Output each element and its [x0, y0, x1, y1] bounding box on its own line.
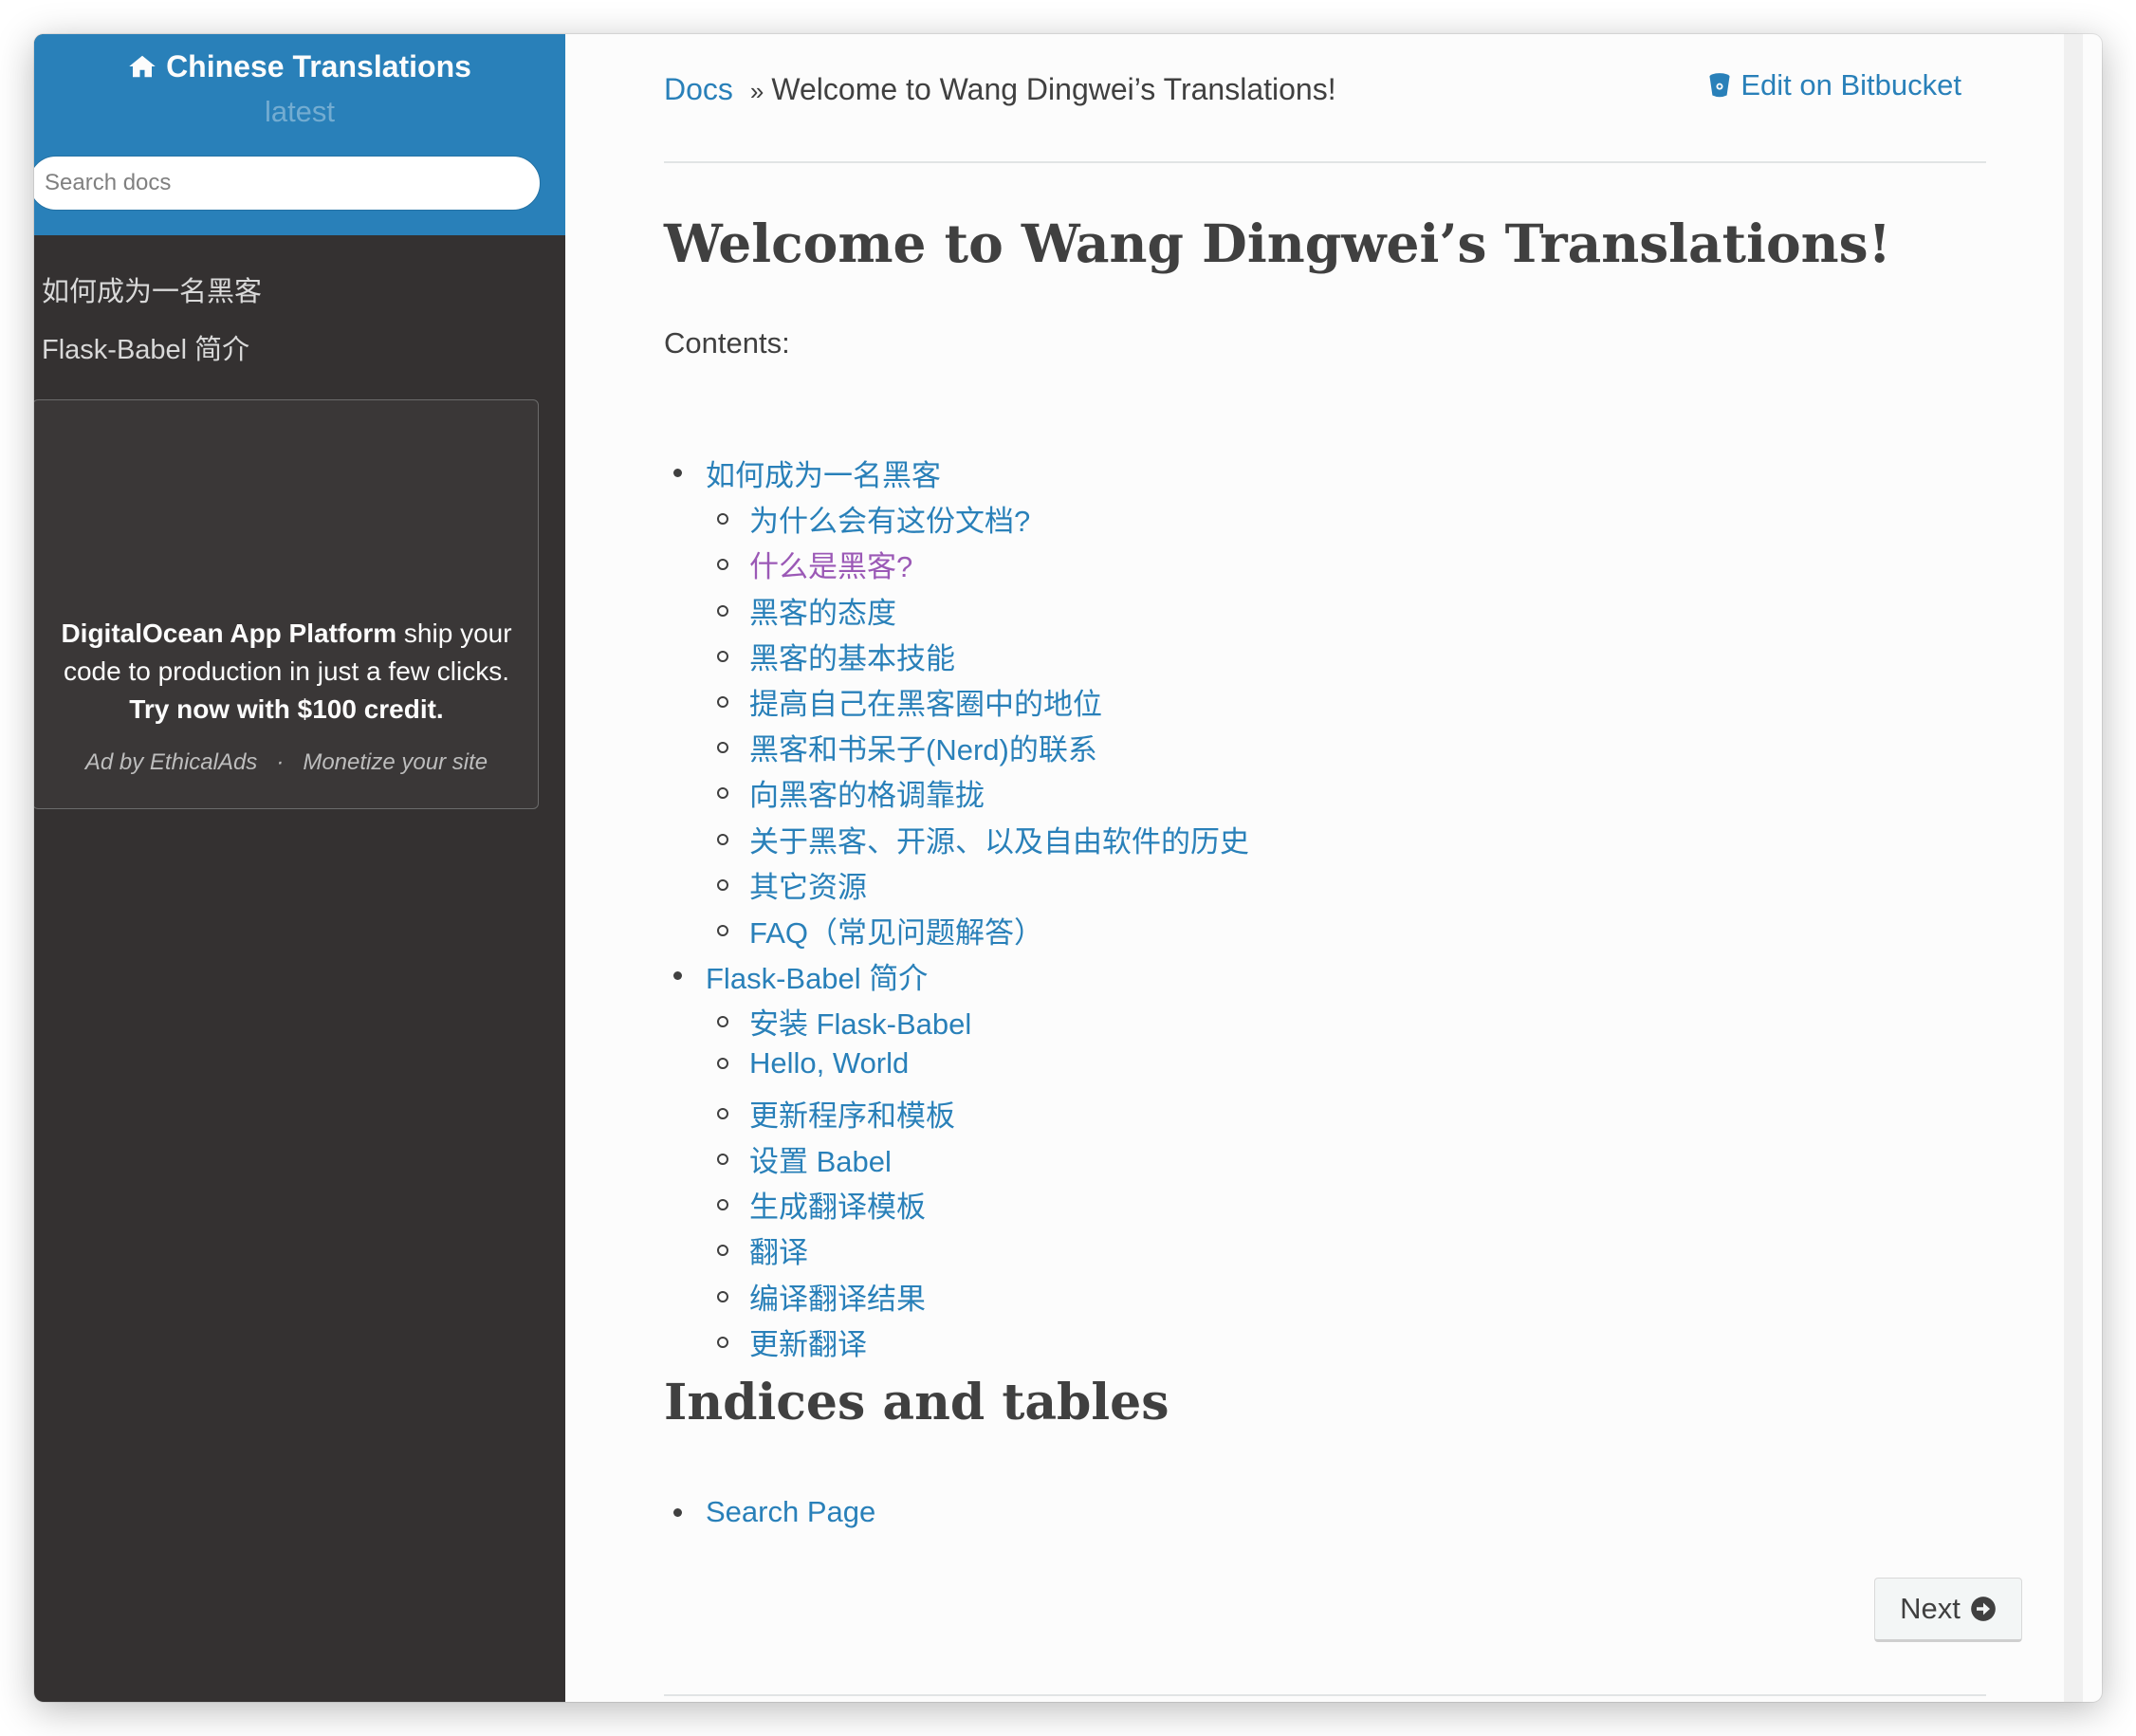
toc-link[interactable]: 编译翻译结果 [749, 1275, 926, 1318]
toc-link[interactable]: 关于黑客、开源、以及自由软件的历史 [749, 818, 1249, 860]
sidebar-item-hacker[interactable]: 如何成为一名黑客 [42, 269, 262, 309]
breadcrumb-separator: » [749, 77, 764, 105]
toc-subitem[interactable]: 向黑客的格调靠拢 [717, 771, 985, 814]
bullet [717, 786, 728, 799]
toc-subitem[interactable]: 提高自己在黑客圈中的地位 [717, 680, 1102, 723]
bullet [717, 695, 728, 708]
breadcrumb-current: Welcome to Wang Dingwei’s Translations! [771, 72, 1336, 106]
toc-subitem[interactable]: 其它资源 [717, 863, 867, 906]
toc-item[interactable]: 如何成为一名黑客 [673, 452, 941, 494]
page-title: Welcome to Wang Dingwei’s Translations! [664, 212, 1891, 274]
toc-subitem[interactable]: FAQ（常见问题解答） [717, 909, 1043, 951]
ad-cta: Try now with $100 credit. [129, 694, 444, 724]
search-docs-input[interactable] [34, 156, 541, 211]
toc-link[interactable]: 其它资源 [749, 863, 867, 906]
toc-link[interactable]: 更新翻译 [749, 1320, 867, 1363]
bullet [717, 558, 728, 570]
breadcrumb: Docs » Welcome to Wang Dingwei’s Translati… [664, 72, 1336, 107]
toc-link[interactable]: 为什么会有这份文档? [749, 497, 1030, 540]
scrollbar[interactable] [2064, 34, 2083, 1702]
next-button-label: Next [1900, 1592, 1961, 1625]
toc-link[interactable]: 黑客的基本技能 [749, 635, 955, 677]
bullet [717, 1015, 728, 1027]
footer-divider [664, 1694, 1986, 1696]
toc-link[interactable]: 生成翻译模板 [749, 1183, 926, 1226]
bullet [717, 1058, 728, 1069]
toc-link[interactable]: 黑客的态度 [749, 589, 896, 632]
bullet [673, 971, 682, 980]
toc-item[interactable]: Flask-Babel 简介 [673, 954, 928, 997]
toc-subitem[interactable]: Hello, World [717, 1046, 909, 1080]
arrow-circle-right-icon [1971, 1597, 1996, 1621]
bullet [717, 1244, 728, 1256]
toc-subitem[interactable]: 什么是黑客? [717, 543, 912, 585]
ethical-ad[interactable]: DigitalOcean App Platform ship your code… [34, 399, 539, 809]
bullet [717, 1107, 728, 1119]
ad-by-ethicalads-link[interactable]: Ad by EthicalAds [85, 749, 257, 775]
header-divider [664, 161, 1986, 163]
ad-brand: DigitalOcean App Platform [61, 619, 397, 648]
contents-label: Contents: [664, 326, 790, 360]
bullet [717, 604, 728, 617]
toc-link[interactable]: 什么是黑客? [749, 543, 912, 585]
bullet [717, 650, 728, 662]
toc-link[interactable]: 更新程序和模板 [749, 1092, 955, 1135]
toc-subitem[interactable]: 黑客的基本技能 [717, 635, 955, 677]
toc-link[interactable]: Hello, World [749, 1046, 909, 1080]
project-home-link[interactable]: Chinese Translations [34, 40, 565, 93]
bullet [673, 1507, 682, 1517]
toc-link[interactable]: 如何成为一名黑客 [706, 452, 941, 494]
version-label: latest [264, 95, 336, 128]
project-title: Chinese Translations [166, 48, 471, 83]
toc-link[interactable]: 提高自己在黑客圈中的地位 [749, 680, 1102, 723]
edit-link-label: Edit on Bitbucket [1740, 68, 1961, 102]
ad-text[interactable]: DigitalOcean App Platform ship your code… [43, 615, 530, 729]
toc-subitem[interactable]: 黑客和书呆子(Nerd)的联系 [717, 726, 1097, 768]
toc-subitem[interactable]: 编译翻译结果 [717, 1275, 926, 1318]
toc-subitem[interactable]: 翻译 [717, 1228, 808, 1271]
bullet [717, 1336, 728, 1348]
toc-subitem[interactable]: 关于黑客、开源、以及自由软件的历史 [717, 818, 1249, 860]
next-button[interactable]: Next [1874, 1578, 2022, 1642]
main-content: Docs» Welcome to Wang Dingwei’s Translati… [565, 34, 2083, 1702]
toc-link[interactable]: 安装 Flask-Babel [749, 1000, 971, 1043]
browser-window: Chinese Translations latest 如何成为一名黑客 Fla… [34, 34, 2102, 1702]
home-icon [129, 55, 156, 78]
toc-link[interactable]: FAQ（常见问题解答） [749, 909, 1043, 951]
toc-subitem[interactable]: 更新翻译 [717, 1320, 867, 1363]
toc-link[interactable]: 向黑客的格调靠拢 [749, 771, 985, 814]
toc-link[interactable]: 设置 Babel [749, 1137, 892, 1180]
ad-footer: Ad by EthicalAds · Monetize your site [34, 749, 540, 776]
search-page-link[interactable]: Search Page [706, 1495, 875, 1529]
bullet [717, 1290, 728, 1302]
ad-footer-separator: · [276, 749, 285, 775]
bullet [717, 1153, 728, 1165]
toc-link[interactable]: 黑客和书呆子(Nerd)的联系 [749, 726, 1097, 768]
bullet [717, 1198, 728, 1210]
toc-subitem[interactable]: 设置 Babel [717, 1137, 892, 1180]
monetize-link[interactable]: Monetize your site [303, 749, 488, 775]
sidebar-item-flask-babel[interactable]: Flask-Babel 简介 [42, 327, 249, 367]
toc-subitem[interactable]: 安装 Flask-Babel [717, 1000, 971, 1043]
toc-link[interactable]: 翻译 [749, 1228, 808, 1271]
search-page-item[interactable]: Search Page [673, 1495, 875, 1529]
toc-subitem[interactable]: 生成翻译模板 [717, 1183, 926, 1226]
toc-subitem[interactable]: 为什么会有这份文档? [717, 497, 1030, 540]
toc-subitem[interactable]: 更新程序和模板 [717, 1092, 955, 1135]
bullet [717, 924, 728, 936]
sidebar: Chinese Translations latest 如何成为一名黑客 Fla… [34, 34, 565, 1702]
bitbucket-icon [1709, 73, 1730, 98]
toc-link[interactable]: Flask-Babel 简介 [706, 954, 928, 997]
sidebar-header: Chinese Translations latest [34, 34, 565, 235]
indices-heading: Indices and tables [664, 1374, 1169, 1431]
bullet [717, 878, 728, 891]
breadcrumb-docs-link[interactable]: Docs [664, 72, 733, 106]
bullet [717, 741, 728, 753]
bullet [673, 469, 682, 477]
bullet [717, 833, 728, 845]
edit-on-bitbucket-link[interactable]: Edit on Bitbucket [1708, 68, 1961, 102]
bullet [717, 512, 728, 525]
toc-subitem[interactable]: 黑客的态度 [717, 589, 896, 632]
